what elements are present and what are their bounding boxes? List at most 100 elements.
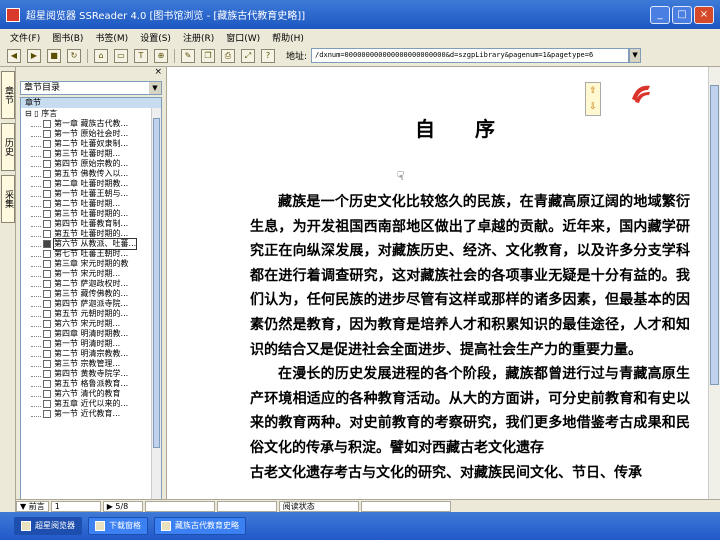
minimize-button[interactable]: _ (650, 6, 670, 24)
tree-item[interactable]: 第三节 宗教管理... (21, 359, 161, 369)
tree-item[interactable]: 第五节 佛教传入以... (21, 169, 161, 179)
document-viewer[interactable]: ⇧ ⇩ ☟ 自序 藏族是一个历史文化比较悠久的民族，在青藏高原辽阔的地域繁衍生息，… (166, 67, 720, 512)
bookmark-icon[interactable]: ❐ (201, 48, 215, 63)
tree-scrollbar[interactable] (151, 108, 161, 501)
page-turn-icon[interactable]: ⇧ ⇩ (585, 82, 601, 116)
status-blank (360, 500, 451, 512)
print-icon[interactable]: ⎙ (221, 48, 235, 63)
address-input[interactable]: /dxnum=000000000000000000000000&d=szgpLi… (311, 48, 630, 63)
tree-item[interactable]: 第四节 原始宗教的... (21, 159, 161, 169)
fit-icon[interactable]: ⤢ (241, 48, 255, 63)
page-icon (43, 350, 51, 358)
status-page-count[interactable]: ▶ 5/8 (102, 500, 143, 512)
tree-scroll-thumb[interactable] (153, 118, 160, 448)
tree-connector (31, 392, 41, 397)
tree-item[interactable]: 第六节 宋元时期... (21, 319, 161, 329)
text-icon[interactable]: T (134, 48, 148, 63)
tree-item[interactable]: 第三章 宋元时期的教 (21, 259, 161, 269)
tree-item[interactable]: 第五节 格鲁派教育... (21, 379, 161, 389)
tree-root[interactable]: ⊟ ▯ 序言 (21, 108, 161, 119)
maximize-button[interactable]: □ (672, 6, 692, 24)
tree-item[interactable]: 第五节 吐蕃时期的... (21, 229, 161, 239)
tree-item[interactable]: 第二节 吐蕃时期... (21, 199, 161, 209)
taskbar-book[interactable]: 藏族古代教育史略 (154, 517, 246, 535)
tree-item[interactable]: 第四章 明清时期教... (21, 329, 161, 339)
tab-collect[interactable]: 采集 (1, 175, 15, 223)
chevron-down-icon[interactable]: ▼ (149, 82, 161, 94)
tree-item[interactable]: 第一节 吐蕃王朝与... (21, 189, 161, 199)
chevron-down-icon[interactable]: ▼ (629, 48, 642, 63)
tree-connector (31, 242, 41, 247)
close-icon[interactable]: × (154, 67, 162, 79)
tree-connector (31, 192, 41, 197)
tree-item[interactable]: 第五章 近代以来的... (21, 399, 161, 409)
menu-file[interactable]: 文件(F) (4, 31, 46, 44)
close-button[interactable]: × (694, 6, 714, 24)
tree-item[interactable]: 第二节 萨迦政权时... (21, 279, 161, 289)
tree-item[interactable]: 第一章 藏族古代教... (21, 119, 161, 129)
home-icon[interactable]: ⌂ (94, 48, 108, 63)
menu-register[interactable]: 注册(R) (177, 31, 220, 44)
viewer-scrollbar[interactable] (708, 67, 720, 499)
menu-settings[interactable]: 设置(S) (134, 31, 177, 44)
highlight-icon[interactable]: ✎ (181, 48, 195, 63)
taskbar-reader[interactable]: 超星阅览器 (14, 517, 82, 535)
tree-item[interactable]: 第一节 宋元时期... (21, 269, 161, 279)
tree-connector (31, 262, 41, 267)
select-text-icon[interactable]: ▭ (114, 48, 128, 63)
tree-item[interactable]: 第二节 明清宗教教... (21, 349, 161, 359)
page-icon (43, 140, 51, 148)
status-blank (216, 500, 277, 512)
tree-item-label: 第五章 近代以来的... (54, 399, 129, 408)
taskbar-download[interactable]: 下载窗格 (88, 517, 148, 535)
tree-item-label: 第六节 清代的教育 (54, 389, 121, 398)
tab-history[interactable]: 历史 (1, 123, 15, 171)
tree-item[interactable]: 第六节 从教派、吐蕃... (21, 238, 161, 250)
page-icon (43, 120, 51, 128)
status-chapter[interactable]: ▼ 前言 (16, 500, 49, 512)
catalog-select[interactable]: 章节目录 ▼ (20, 81, 162, 95)
taskbar-label: 藏族古代教育史略 (175, 521, 239, 530)
taskbar-label: 下载窗格 (109, 521, 141, 530)
forward-icon[interactable]: ▶ (27, 48, 41, 63)
tree-item[interactable]: 第四节 吐蕃教育制... (21, 219, 161, 229)
tree-item[interactable]: 第一节 近代教育... (21, 409, 161, 419)
tree-item[interactable]: 第二节 吐蕃奴隶制... (21, 139, 161, 149)
page-icon (43, 190, 51, 198)
tab-chapters[interactable]: 章节 (1, 71, 15, 119)
tree-item[interactable]: 第七节 吐蕃王朝时... (21, 249, 161, 259)
tree-item[interactable]: 第二章 吐蕃时期教... (21, 179, 161, 189)
menu-book[interactable]: 图书(B) (46, 31, 89, 44)
tree-item-label: 第五节 格鲁派教育... (54, 379, 129, 388)
tree-item[interactable]: 第一节 原始社会时... (21, 129, 161, 139)
stop-icon[interactable]: ■ (47, 48, 61, 63)
tree-item[interactable]: 第三节 吐蕃时期的... (21, 209, 161, 219)
menu-bookmark[interactable]: 书签(M) (89, 31, 134, 44)
tree-item[interactable]: 第三节 吐蕃时期... (21, 149, 161, 159)
tree-item-label: 第三节 宗教管理... (54, 359, 121, 368)
menu-help[interactable]: 帮助(H) (266, 31, 310, 44)
tree-connector (31, 352, 41, 357)
status-page-input[interactable]: 1 (50, 500, 101, 512)
refresh-icon[interactable]: ↻ (67, 48, 81, 63)
tree-item[interactable]: 第三节 藏传佛教的... (21, 289, 161, 299)
back-icon[interactable]: ◀ (7, 48, 21, 63)
zoom-icon[interactable]: ⊕ (154, 48, 168, 63)
page-icon (43, 160, 51, 168)
vertical-tab-strip: 章节 历史 采集 (0, 67, 16, 512)
help-icon[interactable]: ? (261, 48, 275, 63)
tree-item[interactable]: 第六节 清代的教育 (21, 389, 161, 399)
tree-item[interactable]: 第五节 元朝时期的... (21, 309, 161, 319)
viewer-scroll-thumb[interactable] (710, 85, 719, 385)
tree-item-label: 第二节 明清宗教教... (54, 349, 129, 358)
status-blank (144, 500, 215, 512)
menu-window[interactable]: 窗口(W) (220, 31, 266, 44)
publisher-logo-icon (630, 82, 652, 104)
tree-item[interactable]: 第一节 明清时期... (21, 339, 161, 349)
tree-item[interactable]: 第四节 黄教寺院学... (21, 369, 161, 379)
tree-item[interactable]: 第四节 萨迦派寺院... (21, 299, 161, 309)
tree-connector (31, 302, 41, 307)
tree-connector (31, 372, 41, 377)
toolbar-separator (174, 48, 175, 63)
tree-item-label: 第二节 萨迦政权时... (54, 279, 129, 288)
